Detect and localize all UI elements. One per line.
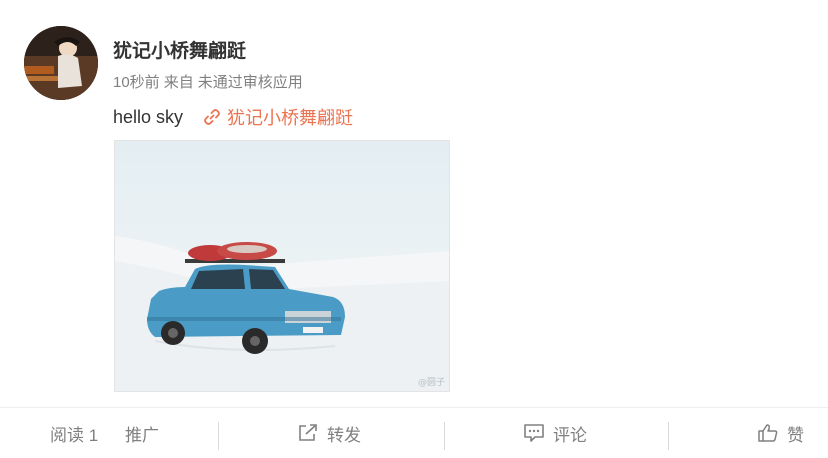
repost-button[interactable]: 转发	[297, 408, 361, 458]
watermark: @圆子	[418, 377, 445, 388]
author-link[interactable]: 犹记小桥舞翩跹	[203, 104, 353, 130]
post-image[interactable]: @圆子	[114, 140, 450, 392]
comment-icon	[524, 424, 544, 442]
post-time[interactable]: 10秒前	[113, 74, 160, 91]
author-link-label: 犹记小桥舞翩跹	[227, 108, 354, 128]
read-count: 阅读 1	[50, 408, 98, 458]
like-icon	[758, 424, 778, 442]
repost-icon	[299, 424, 317, 441]
post-content: hello sky 犹记小桥舞翩跹	[113, 104, 353, 130]
post-text: hello sky	[113, 106, 184, 127]
like-button[interactable]: 赞	[757, 408, 804, 458]
comment-button[interactable]: 评论	[523, 408, 587, 458]
author-name[interactable]: 犹记小桥舞翩跹	[113, 36, 246, 63]
avatar[interactable]	[24, 26, 98, 100]
action-bar: 阅读 1 推广 转发 评论 赞	[0, 407, 828, 458]
post-source[interactable]: 未通过审核应用	[198, 74, 303, 91]
repost-label: 转发	[327, 425, 361, 445]
comment-label: 评论	[553, 425, 587, 445]
promote-label: 推广	[125, 425, 159, 445]
source-prefix: 来自	[163, 74, 194, 91]
divider	[444, 422, 445, 450]
divider	[218, 422, 219, 450]
read-count-label: 阅读 1	[50, 425, 99, 445]
divider	[668, 422, 669, 450]
like-label: 赞	[787, 425, 804, 445]
promote-button[interactable]: 推广	[125, 408, 159, 458]
post-meta: 10秒前 来自 未通过审核应用	[113, 71, 307, 92]
link-icon	[204, 109, 220, 125]
